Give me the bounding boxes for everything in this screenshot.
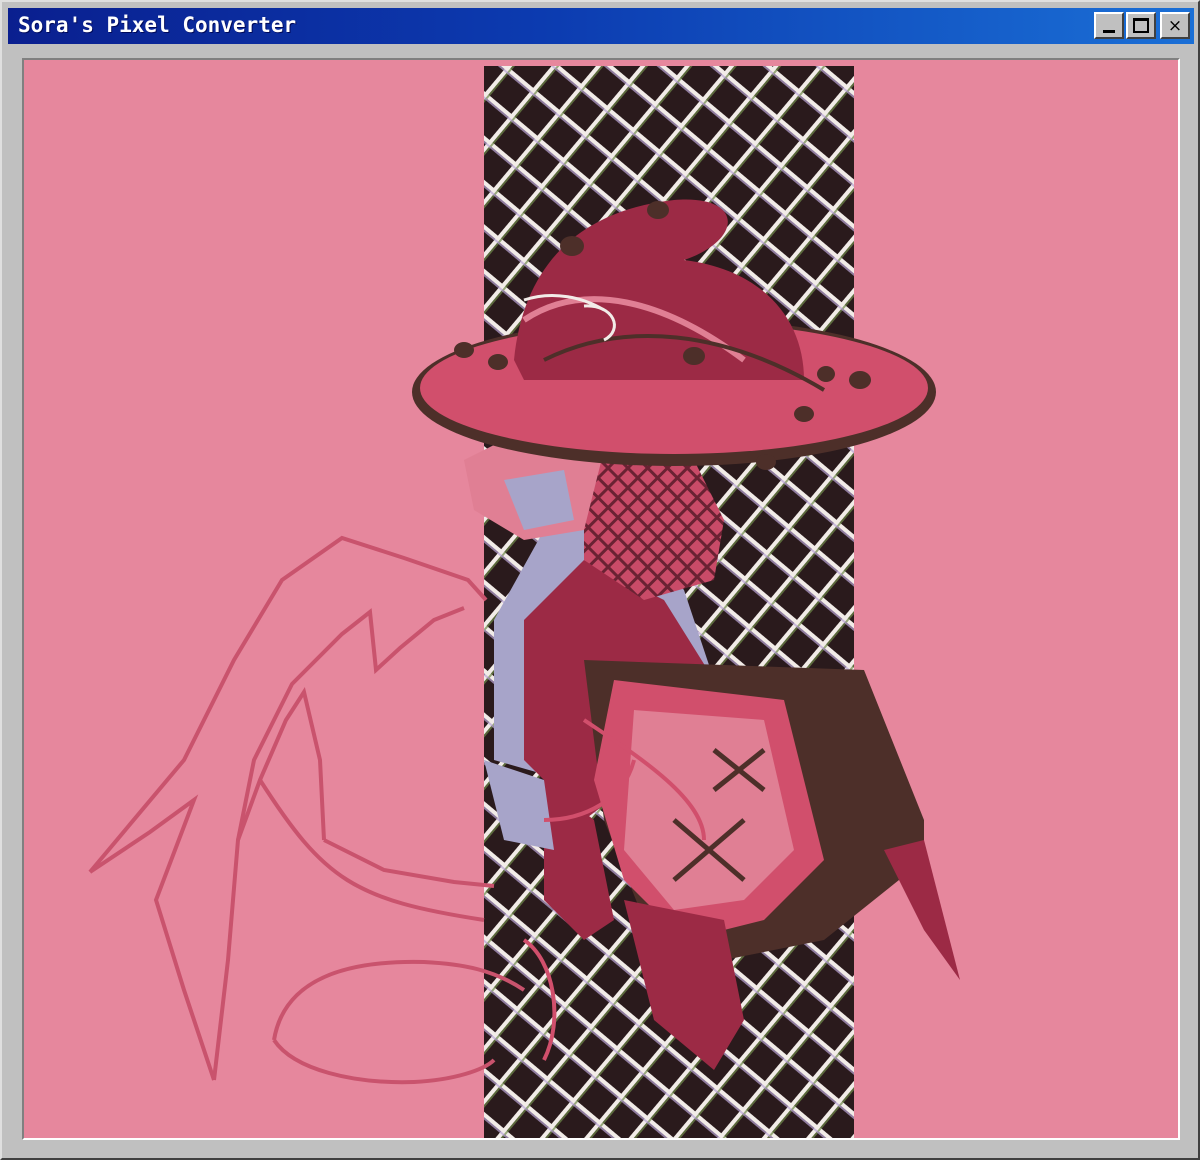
- maximize-button[interactable]: [1126, 12, 1156, 39]
- image-canvas[interactable]: [22, 58, 1180, 1140]
- pixel-art-image: [24, 60, 1178, 1138]
- window-title: Sora's Pixel Converter: [18, 13, 297, 37]
- minimize-icon: [1103, 30, 1115, 33]
- maximize-icon: [1133, 18, 1149, 33]
- close-icon: ×: [1167, 16, 1183, 36]
- close-button[interactable]: ×: [1160, 12, 1190, 39]
- title-bar[interactable]: Sora's Pixel Converter ×: [8, 8, 1194, 44]
- minimize-button[interactable]: [1094, 12, 1124, 39]
- app-window: Sora's Pixel Converter ×: [0, 0, 1200, 1160]
